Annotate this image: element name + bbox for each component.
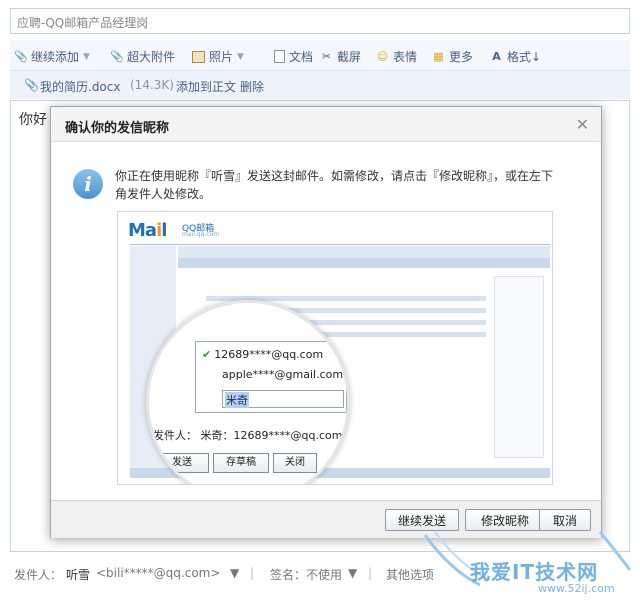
font-icon: A — [492, 50, 501, 63]
nickname-illustration: Mail QQ邮箱 mail.qq.com ✔ 12689****@qq.com … — [117, 211, 553, 485]
screenshot-button[interactable]: ✂ 截屏 — [320, 48, 361, 65]
dialog-footer: 继续发送 修改昵称 取消 — [51, 500, 601, 538]
sender-dropdown: ✔ 12689****@qq.com apple****@gmail.com 米奇 — [195, 341, 347, 413]
scissors-icon: ✂ — [321, 50, 332, 63]
chevron-down-icon[interactable]: ▼ — [237, 52, 244, 62]
document-icon — [274, 50, 285, 63]
paperclip-icon: 📎 — [14, 50, 28, 63]
photo-button[interactable]: 照片 ▼ — [192, 48, 244, 65]
mock-right-panel — [494, 276, 544, 458]
modify-nickname-button[interactable]: 修改昵称 — [465, 509, 545, 531]
option-1-text: 12689****@qq.com — [214, 348, 324, 361]
mock-tabbar — [178, 246, 550, 258]
dropdown-option-1: ✔ 12689****@qq.com — [202, 348, 323, 361]
document-button[interactable]: 文档 — [274, 48, 313, 65]
dialog-message: 你正在使用昵称『听雪』发送这封邮件。如需修改，请点击『修改昵称』，或在左下角发件… — [115, 169, 554, 201]
mock-toolbar — [178, 258, 550, 268]
divider: | — [368, 566, 373, 580]
mock-close-button: 关闭 — [273, 453, 317, 473]
subject-value: 应聘-QQ邮箱产品经理岗 — [17, 16, 149, 30]
signature-select[interactable]: 签名：不使用 — [270, 566, 342, 583]
nickname-value: 米奇 — [225, 392, 249, 408]
chevron-down-icon[interactable]: ▼ — [348, 566, 357, 580]
chevron-down-icon[interactable]: ▼ — [83, 52, 90, 62]
format-label: 格式↓ — [507, 50, 542, 64]
more-label: 更多 — [449, 50, 474, 64]
logo-url: mail.qq.com — [182, 231, 220, 238]
dialog-header: 确认你的发信昵称 ✕ — [51, 107, 601, 142]
delete-attachment-link[interactable]: 删除 — [240, 78, 264, 95]
other-options-link[interactable]: 其他选项 — [386, 566, 434, 583]
mock-send-button: 发送 — [155, 453, 209, 473]
smiley-icon: ☺ — [376, 50, 389, 63]
magnifier-lens: ✔ 12689****@qq.com apple****@gmail.com 米奇… — [146, 300, 350, 484]
sender-label: 发件人： — [14, 568, 63, 582]
dialog-title: 确认你的发信昵称 — [65, 121, 170, 136]
format-button[interactable]: A 格式↓ — [490, 48, 541, 65]
continue-add-button[interactable]: 📎 继续添加 ▼ — [14, 48, 90, 65]
subject-field[interactable]: 应聘-QQ邮箱产品经理岗 — [10, 8, 630, 34]
mock-draft-button: 存草稿 — [213, 453, 269, 473]
divider: | — [250, 566, 255, 580]
document-label: 文档 — [289, 50, 314, 64]
attachment-row: 📎 我的简历.docx (14.3K) 添加到正文 删除 — [10, 70, 630, 99]
screenshot-label: 截屏 — [337, 50, 362, 64]
close-icon[interactable]: ✕ — [576, 115, 589, 134]
sender-email[interactable]: <bili*****@qq.com> — [96, 566, 220, 580]
continue-add-label: 继续添加 — [31, 50, 80, 64]
add-to-body-link[interactable]: 添加到正文 — [176, 78, 236, 95]
sender-line: 发件人： 米奇：12689****@qq.com — [153, 429, 343, 442]
super-attach-label: 超大附件 — [127, 50, 176, 64]
grid-icon: ▦ — [433, 50, 444, 63]
nickname-input: 米奇 — [222, 390, 344, 408]
info-icon: i — [73, 169, 103, 199]
mail-logo: Mail — [128, 220, 167, 241]
compose-status-bar: 发件人： 听雪 <bili*****@qq.com> ▼ | 签名：不使用 ▼ … — [14, 566, 626, 584]
confirm-nickname-dialog: 确认你的发信昵称 ✕ i 你正在使用昵称『听雪』发送这封邮件。如需修改，请点击『… — [50, 106, 602, 538]
image-icon — [192, 50, 205, 63]
super-attach-button[interactable]: 📎 超大附件 — [110, 48, 175, 65]
attachment-size: (14.3K) — [130, 78, 174, 92]
dropdown-option-2: apple****@gmail.com — [222, 368, 344, 381]
emoji-label: 表情 — [393, 50, 418, 64]
paperclip-icon: 📎 — [24, 78, 39, 92]
photo-label: 照片 — [209, 50, 234, 64]
paperclip-icon: 📎 — [110, 50, 124, 63]
attachment-filename: 我的简历.docx — [40, 80, 121, 94]
emoji-button[interactable]: ☺ 表情 — [376, 48, 417, 65]
mock-divider — [130, 244, 550, 245]
sender-name[interactable]: 听雪 — [66, 566, 90, 583]
cancel-button[interactable]: 取消 — [539, 509, 591, 531]
compose-toolbar: 📎 继续添加 ▼ 📎 超大附件 照片 ▼ 文档 ✂ 截屏 ☺ 表情 ▦ 更多 A… — [10, 40, 630, 70]
check-icon: ✔ — [202, 348, 212, 361]
chevron-down-icon[interactable]: ▼ — [230, 566, 239, 580]
editor-text: 你好 — [19, 112, 47, 128]
continue-send-button[interactable]: 继续发送 — [385, 509, 459, 531]
more-button[interactable]: ▦ 更多 — [432, 48, 473, 65]
